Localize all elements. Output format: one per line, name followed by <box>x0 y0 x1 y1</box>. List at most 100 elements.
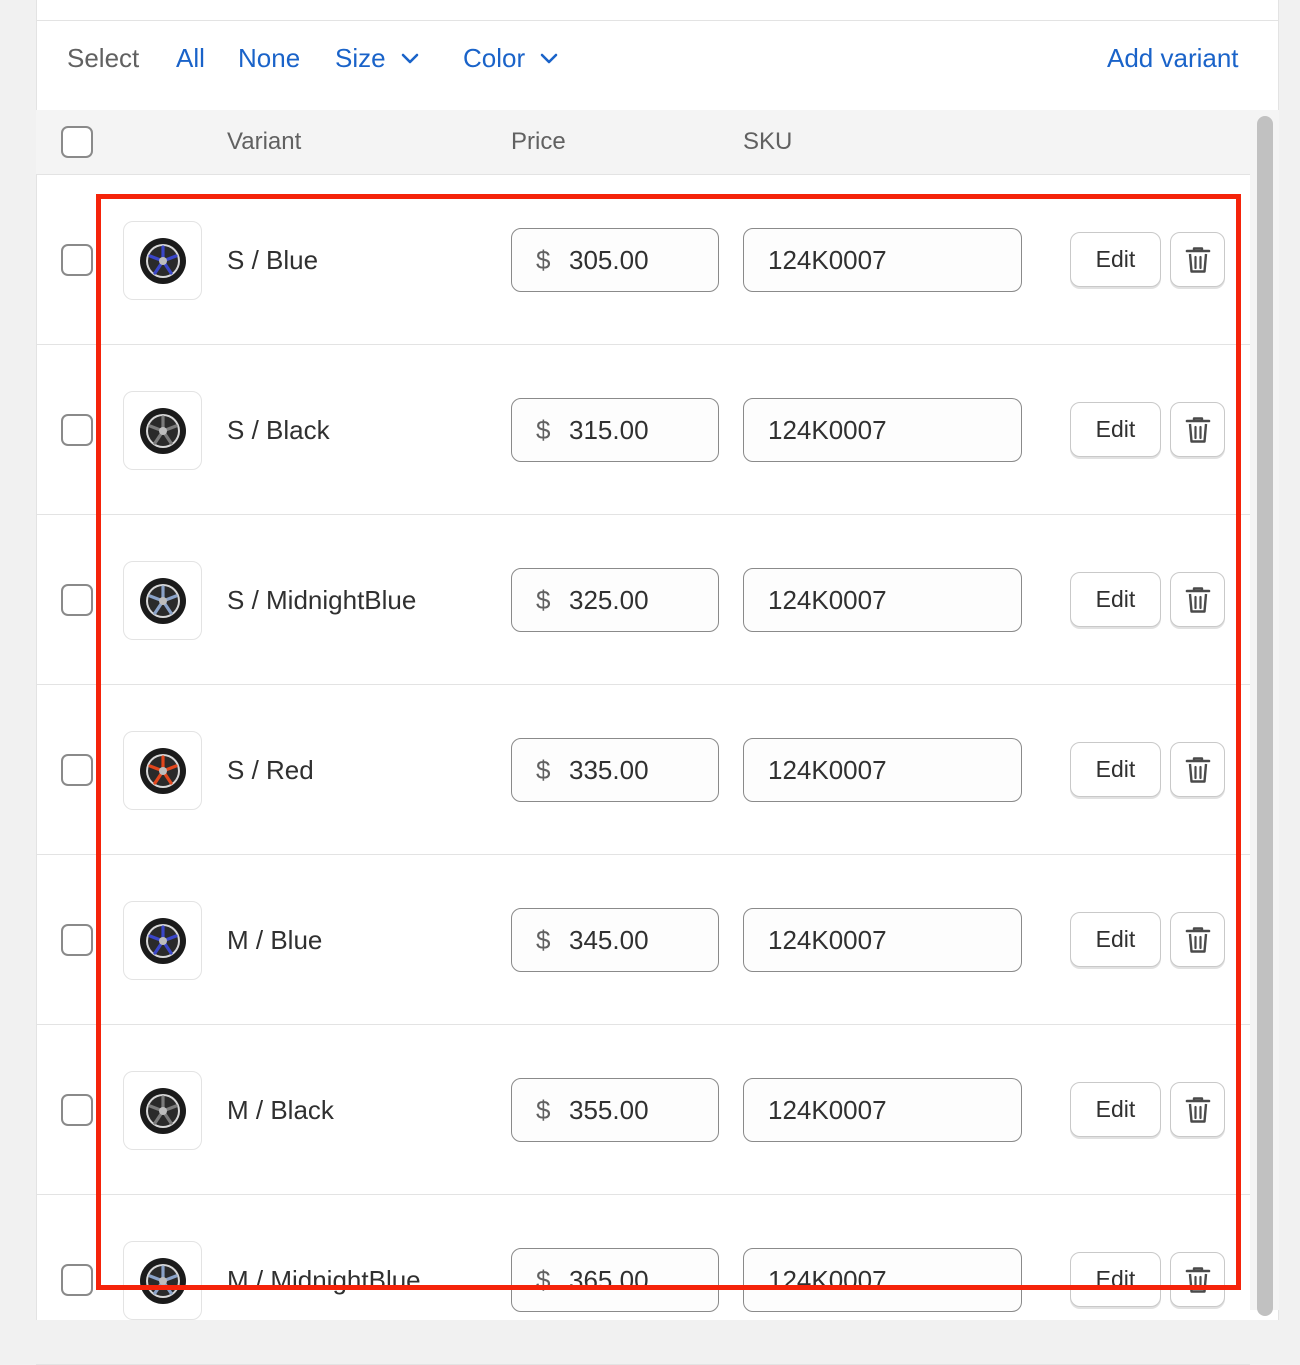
sku-input[interactable]: 124K0007 <box>743 398 1022 462</box>
currency-symbol: $ <box>536 415 551 445</box>
price-input[interactable]: $ 305.00 <box>511 228 719 292</box>
variant-thumbnail[interactable] <box>123 221 202 300</box>
trash-icon <box>1185 586 1210 613</box>
variant-name: S / Blue <box>227 245 319 275</box>
row-checkbox[interactable] <box>61 754 93 786</box>
edit-button[interactable]: Edit <box>1070 912 1161 967</box>
currency-symbol: $ <box>536 755 551 785</box>
wheel-image <box>139 237 186 284</box>
price-value: 325.00 <box>569 585 649 615</box>
variant-name: S / Black <box>227 415 330 445</box>
currency-symbol: $ <box>536 1095 551 1125</box>
add-variant-link[interactable]: Add variant <box>1107 21 1239 95</box>
variant-column-header: Variant <box>227 128 302 155</box>
sku-input[interactable]: 124K0007 <box>743 228 1022 292</box>
price-value: 345.00 <box>569 925 649 955</box>
price-input[interactable]: $ 335.00 <box>511 738 719 802</box>
color-filter-label: Color <box>463 43 526 73</box>
variant-thumbnail[interactable] <box>123 561 202 640</box>
sku-value: 124K0007 <box>768 925 887 955</box>
variants-table-body: S / Blue $ 305.00 124K0007 Edit S / Blac… <box>36 175 1250 1365</box>
delete-button[interactable] <box>1170 232 1225 287</box>
wheel-image <box>139 1087 186 1134</box>
variant-thumbnail[interactable] <box>123 391 202 470</box>
wheel-image <box>139 917 186 964</box>
variant-thumbnail[interactable] <box>123 731 202 810</box>
delete-button[interactable] <box>1170 1252 1225 1307</box>
row-checkbox[interactable] <box>61 244 93 276</box>
trash-icon <box>1185 246 1210 273</box>
currency-symbol: $ <box>536 585 551 615</box>
variant-row: M / MidnightBlue $ 365.00 124K0007 Edit <box>36 1195 1250 1365</box>
price-input[interactable]: $ 315.00 <box>511 398 719 462</box>
sku-value: 124K0007 <box>768 1265 887 1295</box>
bulk-select-toolbar: Select All None Size Color Add variant <box>36 21 1279 109</box>
delete-button[interactable] <box>1170 742 1225 797</box>
table-header: Variant Price SKU <box>36 110 1250 175</box>
trash-icon <box>1185 756 1210 783</box>
price-value: 365.00 <box>569 1265 649 1295</box>
select-none-label: None <box>238 43 301 73</box>
variant-thumbnail[interactable] <box>123 1241 202 1320</box>
edit-button[interactable]: Edit <box>1070 572 1161 627</box>
price-value: 305.00 <box>569 245 649 275</box>
currency-symbol: $ <box>536 925 551 955</box>
row-checkbox[interactable] <box>61 1264 93 1296</box>
sku-column-header: SKU <box>743 128 793 155</box>
price-column-header: Price <box>511 128 566 155</box>
delete-button[interactable] <box>1170 572 1225 627</box>
variant-thumbnail[interactable] <box>123 901 202 980</box>
sku-input[interactable]: 124K0007 <box>743 1248 1022 1312</box>
wheel-image <box>139 407 186 454</box>
sku-input[interactable]: 124K0007 <box>743 908 1022 972</box>
price-value: 355.00 <box>569 1095 649 1125</box>
sku-value: 124K0007 <box>768 585 887 615</box>
add-variant-label: Add variant <box>1107 43 1239 73</box>
currency-symbol: $ <box>536 1265 551 1295</box>
variant-row: M / Black $ 355.00 124K0007 Edit <box>36 1025 1250 1195</box>
variant-name: S / Red <box>227 755 314 785</box>
size-filter-label: Size <box>335 43 386 73</box>
select-all-checkbox[interactable] <box>61 126 93 158</box>
delete-button[interactable] <box>1170 402 1225 457</box>
row-checkbox[interactable] <box>61 414 93 446</box>
select-all-label: All <box>176 43 205 73</box>
row-checkbox[interactable] <box>61 584 93 616</box>
price-input[interactable]: $ 325.00 <box>511 568 719 632</box>
delete-button[interactable] <box>1170 1082 1225 1137</box>
chevron-down-icon <box>540 53 558 64</box>
currency-symbol: $ <box>536 245 551 275</box>
edit-button[interactable]: Edit <box>1070 232 1161 287</box>
price-value: 335.00 <box>569 755 649 785</box>
variant-name: M / MidnightBlue <box>227 1265 421 1295</box>
sku-input[interactable]: 124K0007 <box>743 568 1022 632</box>
edit-button[interactable]: Edit <box>1070 742 1161 797</box>
price-value: 315.00 <box>569 415 649 445</box>
chevron-down-icon <box>401 53 418 64</box>
wheel-image <box>139 1257 186 1304</box>
variant-row: M / Blue $ 345.00 124K0007 Edit <box>36 855 1250 1025</box>
select-label: Select <box>67 43 140 73</box>
scrollbar-thumb[interactable] <box>1257 116 1273 1316</box>
sku-input[interactable]: 124K0007 <box>743 1078 1022 1142</box>
variant-name: M / Blue <box>227 925 323 955</box>
edit-button[interactable]: Edit <box>1070 1252 1161 1307</box>
select-none-link[interactable]: None <box>238 21 300 95</box>
price-input[interactable]: $ 345.00 <box>511 908 719 972</box>
trash-icon <box>1185 1266 1210 1293</box>
price-input[interactable]: $ 355.00 <box>511 1078 719 1142</box>
edit-button[interactable]: Edit <box>1070 1082 1161 1137</box>
delete-button[interactable] <box>1170 912 1225 967</box>
variant-thumbnail[interactable] <box>123 1071 202 1150</box>
price-input[interactable]: $ 365.00 <box>511 1248 719 1312</box>
color-filter-dropdown[interactable]: Color <box>463 21 559 95</box>
sku-input[interactable]: 124K0007 <box>743 738 1022 802</box>
row-checkbox[interactable] <box>61 924 93 956</box>
sku-value: 124K0007 <box>768 415 887 445</box>
row-checkbox[interactable] <box>61 1094 93 1126</box>
size-filter-dropdown[interactable]: Size <box>335 21 420 95</box>
select-all-link[interactable]: All <box>176 21 205 95</box>
variant-row: S / Red $ 335.00 124K0007 Edit <box>36 685 1250 855</box>
sku-value: 124K0007 <box>768 755 887 785</box>
edit-button[interactable]: Edit <box>1070 402 1161 457</box>
